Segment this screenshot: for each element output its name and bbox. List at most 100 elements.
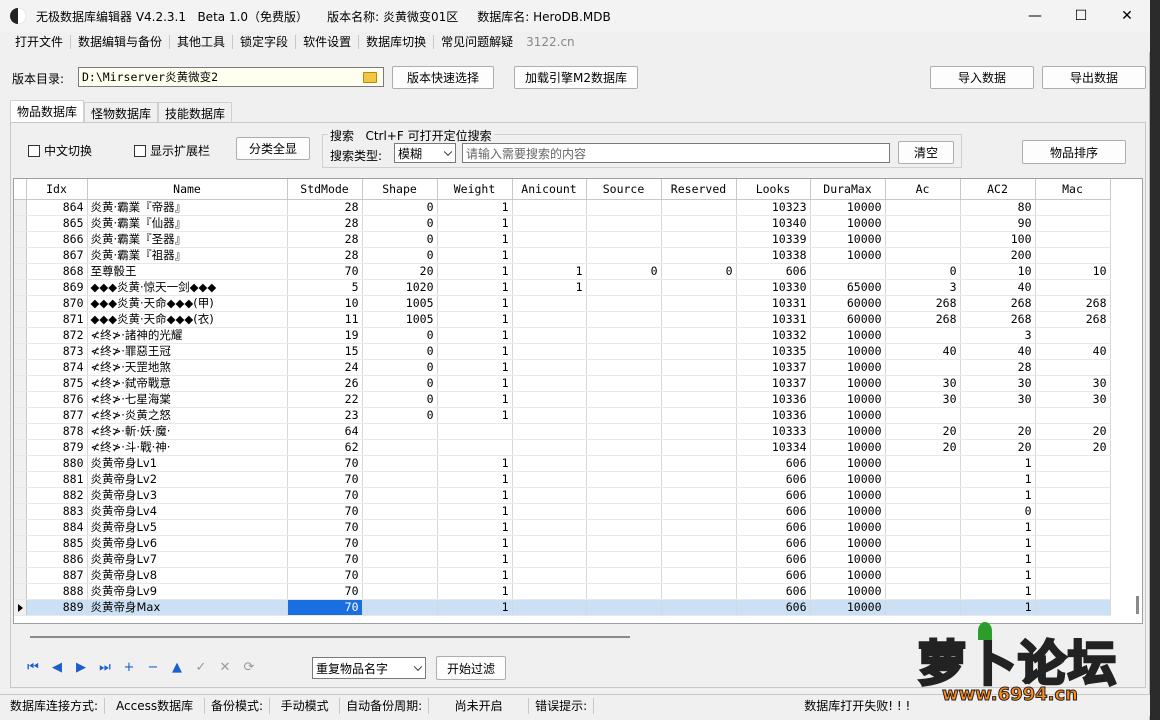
cell-name[interactable]: ≮终≯·罪惡王冠: [87, 343, 288, 360]
delete-icon[interactable]: −: [144, 660, 162, 675]
cell-duramax[interactable]: 10000: [810, 359, 886, 376]
column-header-anicount[interactable]: Anicount: [512, 179, 587, 200]
cell-reserved[interactable]: [661, 295, 737, 312]
cell-stdmode[interactable]: 19: [287, 327, 363, 344]
cell-idx[interactable]: 889: [26, 599, 88, 616]
cell-reserved[interactable]: [661, 359, 737, 376]
cell-idx[interactable]: 879: [26, 439, 88, 456]
cell-anicount[interactable]: [512, 455, 587, 472]
cell-looks[interactable]: 606: [736, 599, 811, 616]
cell-looks[interactable]: 10336: [736, 391, 811, 408]
row-indicator[interactable]: [14, 311, 27, 328]
row-indicator[interactable]: [14, 295, 27, 312]
cell-source[interactable]: [586, 455, 662, 472]
row-indicator[interactable]: [14, 567, 27, 584]
cell-shape[interactable]: [362, 519, 438, 536]
cell-duramax[interactable]: 60000: [810, 295, 886, 312]
cell-weight[interactable]: 1: [437, 215, 513, 232]
row-indicator[interactable]: [14, 503, 27, 520]
cell-name[interactable]: 至尊骰王: [87, 263, 288, 280]
cell-anicount[interactable]: [512, 599, 587, 616]
cell-name[interactable]: 炎黄帝身Lv6: [87, 535, 288, 552]
table-row[interactable]: 881 炎黄帝身Lv2 70 1 606 10000 1: [14, 471, 1111, 488]
cell-duramax[interactable]: 10000: [810, 439, 886, 456]
cell-anicount[interactable]: [512, 375, 587, 392]
cell-looks[interactable]: 10330: [736, 279, 811, 296]
cell-source[interactable]: [586, 231, 662, 248]
cell-idx[interactable]: 867: [26, 247, 88, 264]
start-filter-button[interactable]: 开始过滤: [436, 656, 506, 680]
cell-ac[interactable]: [885, 583, 961, 600]
cell-ac2[interactable]: 1: [960, 583, 1036, 600]
cell-ac2[interactable]: 1: [960, 455, 1036, 472]
table-row[interactable]: 880 炎黄帝身Lv1 70 1 606 10000 1: [14, 455, 1111, 472]
cell-stdmode[interactable]: 70: [287, 583, 363, 600]
cell-reserved[interactable]: [661, 471, 737, 488]
cell-anicount[interactable]: [512, 327, 587, 344]
cell-mac[interactable]: [1035, 583, 1111, 600]
cell-name[interactable]: ≮终≯·七星海棠: [87, 391, 288, 408]
cell-ac[interactable]: 0: [885, 263, 961, 280]
import-button[interactable]: 导入数据: [930, 66, 1034, 89]
cell-name[interactable]: ≮终≯·斬·妖·魔·: [87, 423, 288, 440]
cell-reserved[interactable]: [661, 343, 737, 360]
maximize-button[interactable]: ☐: [1058, 0, 1104, 32]
cell-weight[interactable]: 1: [437, 295, 513, 312]
cell-ac2[interactable]: 28: [960, 359, 1036, 376]
cell-duramax[interactable]: 10000: [810, 599, 886, 616]
table-row[interactable]: 879 ≮终≯·斗·戰·神· 62 10334 10000 20 20 20: [14, 439, 1111, 456]
cell-ac2[interactable]: [960, 407, 1036, 424]
cell-name[interactable]: ≮终≯·炎黄之怒: [87, 407, 288, 424]
cell-name[interactable]: ◆◆◆炎黄·天命◆◆◆(甲): [87, 295, 288, 312]
cell-source[interactable]: [586, 359, 662, 376]
cell-weight[interactable]: 1: [437, 599, 513, 616]
cell-shape[interactable]: 0: [362, 231, 438, 248]
cell-duramax[interactable]: 10000: [810, 343, 886, 360]
cell-mac[interactable]: [1035, 359, 1111, 376]
table-row[interactable]: 866 炎黄·霸業『圣器』 28 0 1 10339 10000 100: [14, 231, 1111, 248]
cell-weight[interactable]: 1: [437, 535, 513, 552]
cell-ac[interactable]: [885, 327, 961, 344]
cell-anicount[interactable]: [512, 359, 587, 376]
table-row[interactable]: 876 ≮终≯·七星海棠 22 0 1 10336 10000 30 30 30: [14, 391, 1111, 408]
cell-shape[interactable]: [362, 471, 438, 488]
table-row[interactable]: 871 ◆◆◆炎黄·天命◆◆◆(衣) 11 1005 1 10331 60000 268 268…: [14, 311, 1111, 328]
cell-weight[interactable]: [437, 423, 513, 440]
menu-lock-fields[interactable]: 锁定字段: [233, 35, 297, 49]
row-indicator[interactable]: [14, 375, 27, 392]
tab-skills[interactable]: 技能数据库: [158, 102, 233, 124]
cell-idx[interactable]: 865: [26, 215, 88, 232]
cell-ac2[interactable]: 1: [960, 487, 1036, 504]
cell-looks[interactable]: 606: [736, 487, 811, 504]
load-engine-button[interactable]: 加载引擎M2数据库: [514, 66, 638, 89]
row-indicator[interactable]: [14, 423, 27, 440]
cell-idx[interactable]: 878: [26, 423, 88, 440]
cell-looks[interactable]: 10331: [736, 295, 811, 312]
cell-reserved[interactable]: [661, 423, 737, 440]
cell-anicount[interactable]: [512, 551, 587, 568]
cell-stdmode[interactable]: 5: [287, 279, 363, 296]
search-type-select[interactable]: 模糊: [394, 143, 456, 163]
cell-shape[interactable]: [362, 567, 438, 584]
cell-source[interactable]: [586, 487, 662, 504]
cell-anicount[interactable]: [512, 407, 587, 424]
cell-duramax[interactable]: 10000: [810, 375, 886, 392]
cell-looks[interactable]: 606: [736, 567, 811, 584]
cell-looks[interactable]: 10335: [736, 343, 811, 360]
cell-duramax[interactable]: 10000: [810, 535, 886, 552]
cell-ac[interactable]: 3: [885, 279, 961, 296]
table-row[interactable]: 889 炎黄帝身Max 70 1 606 10000 1: [14, 599, 1111, 616]
prior-icon[interactable]: ◀: [48, 660, 66, 675]
table-row[interactable]: 869 ◆◆◆炎黄·惊天一剑◆◆◆ 5 1020 1 1 10330 65000 3 40: [14, 279, 1111, 296]
cell-stdmode[interactable]: 10: [287, 295, 363, 312]
first-icon[interactable]: ⏮: [24, 660, 42, 675]
cell-shape[interactable]: 0: [362, 343, 438, 360]
column-header-name[interactable]: Name: [87, 179, 288, 200]
cell-mac[interactable]: 20: [1035, 439, 1111, 456]
cell-mac[interactable]: [1035, 407, 1111, 424]
cell-duramax[interactable]: 10000: [810, 487, 886, 504]
cell-mac[interactable]: [1035, 487, 1111, 504]
folder-icon[interactable]: [363, 72, 377, 83]
cell-name[interactable]: 炎黄帝身Lv4: [87, 503, 288, 520]
column-header-mac[interactable]: Mac: [1035, 179, 1111, 200]
